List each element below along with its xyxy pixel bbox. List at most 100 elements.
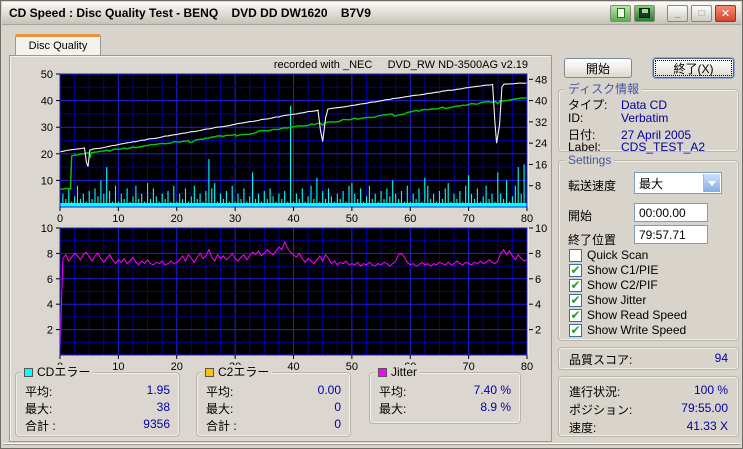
cd-total-label: 合計 : [25, 417, 56, 434]
progress-value: 100 % [694, 383, 728, 400]
svg-text:20: 20 [41, 149, 53, 161]
exit-button[interactable]: 終了(X) [653, 58, 734, 78]
position-label: ポジション: [569, 401, 632, 418]
checkbox-quick-scan[interactable]: Quick Scan [569, 248, 648, 262]
tab-disc-quality[interactable]: Disc Quality [15, 34, 101, 56]
c2-error-stats-group: C2エラー 平均:0.00 最大:0 合計 :0 [196, 372, 351, 437]
disc-label-label: Label: [568, 140, 621, 154]
checkbox-label: Quick Scan [587, 248, 648, 262]
svg-text:2: 2 [535, 325, 541, 337]
c2-avg-label: 平均: [206, 383, 233, 400]
svg-text:40: 40 [535, 96, 547, 108]
cd-error-stats-group: CDエラー 平均:1.95 最大:38 合計 :9356 [15, 372, 180, 437]
disc-id-label: ID: [568, 111, 621, 125]
position-value: 79:55.00 [681, 401, 728, 418]
checkbox-box[interactable]: ✔ [569, 309, 582, 322]
checkbox-show-jitter[interactable]: ✔ Show Jitter [569, 293, 646, 307]
quality-chart[interactable]: 01020304050607080504030201048403224168 [14, 64, 549, 224]
checkbox-box[interactable] [569, 249, 582, 262]
cd-avg-value: 1.95 [147, 383, 170, 400]
cd-max-label: 最大: [25, 400, 52, 417]
checkbox-box[interactable]: ✔ [569, 324, 582, 337]
svg-text:40: 40 [41, 96, 53, 108]
svg-text:50: 50 [41, 69, 53, 81]
settings-group: Settings 転送速度 最大 開始 00:00.00 終了位置 79:57.… [558, 160, 739, 341]
start-pos-input[interactable]: 00:00.00 [634, 203, 708, 222]
save-disk-icon[interactable] [634, 5, 655, 22]
copy-icon[interactable] [610, 5, 631, 22]
checkbox-label: Show C1/PIE [587, 263, 658, 277]
checkbox-box[interactable]: ✔ [569, 294, 582, 307]
speed-readout-value: 41.33 X [687, 419, 728, 436]
speed-readout-label: 速度: [569, 419, 596, 436]
svg-text:10: 10 [41, 223, 53, 235]
svg-text:8: 8 [47, 248, 53, 260]
quality-score-value: 94 [715, 351, 728, 368]
jitter-title: Jitter [391, 365, 417, 379]
jitter-stats-group: Jitter 平均:7.40 % 最大:8.9 % [369, 372, 521, 424]
quality-score-group: 品質スコア: 94 [558, 347, 739, 370]
start-button[interactable]: 開始 [564, 58, 632, 78]
end-pos-input[interactable]: 79:57.71 [634, 225, 708, 244]
svg-text:70: 70 [463, 361, 475, 372]
checkbox-label: Show C2/PIF [587, 278, 658, 292]
speed-combobox[interactable]: 最大 [634, 172, 722, 194]
svg-text:24: 24 [535, 138, 547, 150]
checkbox-label: Show Jitter [587, 293, 646, 307]
jitter-avg-label: 平均: [379, 383, 406, 400]
checkbox-show-write-speed[interactable]: ✔ Show Write Speed [569, 323, 686, 337]
disc-info-title: ディスク情報 [565, 82, 642, 96]
svg-text:80: 80 [521, 361, 533, 372]
svg-text:4: 4 [535, 299, 541, 311]
checkbox-show-read-speed[interactable]: ✔ Show Read Speed [569, 308, 687, 322]
svg-text:16: 16 [535, 159, 547, 171]
checkbox-show-c1-pie[interactable]: ✔ Show C1/PIE [569, 263, 658, 277]
speed-label: 転送速度 [568, 177, 616, 194]
disc-id-value: Verbatim [621, 111, 668, 125]
svg-text:6: 6 [535, 274, 541, 286]
focus-rect [656, 61, 731, 75]
floppy-icon [639, 8, 650, 18]
document-icon [617, 8, 625, 18]
disc-label-value: CDS_TEST_A2 [621, 140, 705, 154]
end-pos-value: 79:57.71 [639, 228, 686, 242]
checkbox-label: Show Write Speed [587, 323, 686, 337]
jitter-max-label: 最大: [379, 400, 406, 417]
checkbox-box[interactable]: ✔ [569, 279, 582, 292]
close-button[interactable]: ✕ [715, 5, 736, 22]
titlebar-buttons: _ □ ✕ [610, 5, 741, 22]
end-pos-label: 終了位置 [568, 231, 616, 248]
cd-max-value: 38 [157, 400, 170, 417]
disc-info-group: ディスク情報 タイプ:Data CD ID:Verbatim 日付:27 Apr… [558, 89, 739, 152]
c2-total-value: 0 [334, 417, 341, 434]
checkbox-box[interactable]: ✔ [569, 264, 582, 277]
c2-max-value: 0 [334, 400, 341, 417]
jitter-avg-value: 7.40 % [474, 383, 511, 400]
svg-text:20: 20 [171, 361, 183, 372]
app-window: CD Speed : Disc Quality Test - BENQ DVD … [0, 0, 743, 449]
title-bar[interactable]: CD Speed : Disc Quality Test - BENQ DVD … [2, 2, 741, 25]
c2-total-label: 合計 : [206, 417, 237, 434]
svg-text:2: 2 [47, 325, 53, 337]
minimize-button[interactable]: _ [667, 5, 688, 22]
settings-title: Settings [565, 153, 614, 167]
start-pos-label: 開始 [568, 207, 592, 224]
quality-score-label: 品質スコア: [569, 351, 632, 368]
progress-label: 進行状況: [569, 383, 620, 400]
cd-total-value: 9356 [143, 417, 170, 434]
cd-error-title: CDエラー [37, 365, 90, 379]
c2-legend-swatch [205, 368, 214, 377]
maximize-button[interactable]: □ [691, 5, 712, 22]
checkbox-show-c2-pif[interactable]: ✔ Show C2/PIF [569, 278, 658, 292]
checkbox-label: Show Read Speed [587, 308, 687, 322]
c2-max-label: 最大: [206, 400, 233, 417]
jitter-chart[interactable]: 01020304050607080108642108642 [14, 220, 549, 372]
chevron-down-icon[interactable] [703, 174, 720, 192]
window-bottom-edge [3, 443, 740, 445]
svg-text:40: 40 [287, 361, 299, 372]
speed-combobox-value: 最大 [639, 175, 663, 192]
svg-text:10: 10 [535, 223, 547, 235]
jitter-max-value: 8.9 % [480, 400, 511, 417]
tab-label: Disc Quality [29, 40, 88, 52]
progress-group: 進行状況: 100 % ポジション: 79:55.00 速度: 41.33 X [558, 376, 739, 437]
